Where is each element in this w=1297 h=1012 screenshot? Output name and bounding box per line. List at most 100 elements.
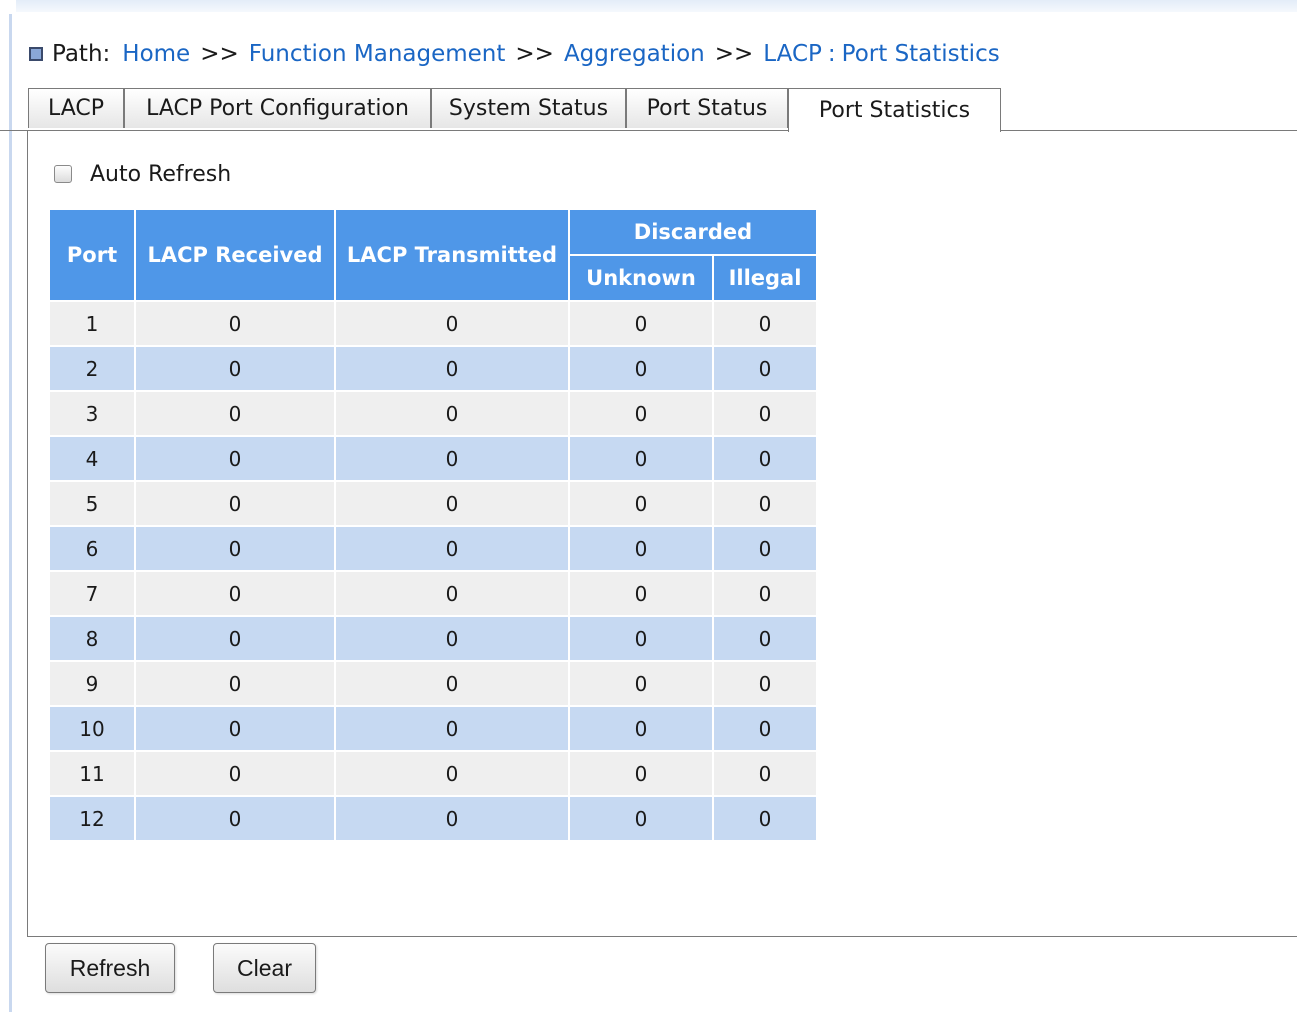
cell-lacp-transmitted: 0 <box>334 480 570 527</box>
cell-lacp-received: 0 <box>134 435 336 482</box>
tab-system-status[interactable]: System Status <box>431 88 626 128</box>
breadcrumb-lacp[interactable]: LACP <box>763 41 822 67</box>
cell-illegal: 0 <box>712 525 818 572</box>
cell-lacp-transmitted: 0 <box>334 390 570 437</box>
cell-lacp-transmitted: 0 <box>334 300 570 347</box>
col-header-unknown: Unknown <box>568 254 714 302</box>
table-row: 40000 <box>48 435 818 482</box>
table-row: 80000 <box>48 615 818 662</box>
cell-port: 6 <box>48 525 136 572</box>
cell-illegal: 0 <box>712 660 818 707</box>
cell-unknown: 0 <box>568 300 714 347</box>
tab-port-status[interactable]: Port Status <box>626 88 788 128</box>
col-header-discarded: Discarded <box>568 208 818 256</box>
cell-illegal: 0 <box>712 480 818 527</box>
cell-illegal: 0 <box>712 570 818 617</box>
cell-illegal: 0 <box>712 390 818 437</box>
cell-unknown: 0 <box>568 615 714 662</box>
content-border <box>27 130 28 937</box>
cell-port: 10 <box>48 705 136 752</box>
breadcrumb-home[interactable]: Home <box>122 41 190 67</box>
breadcrumb-separator: >> <box>515 41 554 67</box>
cell-port: 2 <box>48 345 136 392</box>
clear-button[interactable]: Clear <box>213 943 316 993</box>
table-row: 10 0 0 0 0 <box>48 705 818 752</box>
cell-port: 11 <box>48 750 136 797</box>
cell-port: 5 <box>48 480 136 527</box>
cell-lacp-transmitted: 0 <box>334 660 570 707</box>
cell-port: 3 <box>48 390 136 437</box>
cell-illegal: 0 <box>712 795 818 842</box>
breadcrumb-colon: : <box>827 41 836 67</box>
auto-refresh-checkbox[interactable] <box>54 165 72 183</box>
cell-lacp-received: 0 <box>134 390 336 437</box>
tab-lacp-port-configuration[interactable]: LACP Port Configuration <box>124 88 431 128</box>
table-row: 70000 <box>48 570 818 617</box>
cell-lacp-transmitted: 0 <box>334 435 570 482</box>
breadcrumb-current-page: Port Statistics <box>841 41 1000 67</box>
port-statistics-table: Port LACP Received LACP Transmitted Disc… <box>48 208 818 842</box>
cell-lacp-transmitted: 0 <box>334 795 570 842</box>
table-row: 30000 <box>48 390 818 437</box>
path-label: Path: <box>52 41 111 67</box>
cell-illegal: 0 <box>712 300 818 347</box>
tab-underline <box>0 130 1297 131</box>
content-border <box>27 936 1297 937</box>
auto-refresh-label: Auto Refresh <box>90 161 232 187</box>
table-row: 20000 <box>48 345 818 392</box>
breadcrumb: Path: Home >> Function Management >> Agg… <box>29 38 1000 70</box>
cell-lacp-received: 0 <box>134 300 336 347</box>
tab-port-statistics[interactable]: Port Statistics <box>788 88 1001 132</box>
table-row: 12 0 0 0 0 <box>48 795 818 842</box>
cell-lacp-received: 0 <box>134 480 336 527</box>
cell-illegal: 0 <box>712 705 818 752</box>
cell-unknown: 0 <box>568 345 714 392</box>
cell-lacp-received: 0 <box>134 660 336 707</box>
cell-port: 1 <box>48 300 136 347</box>
cell-unknown: 0 <box>568 435 714 482</box>
cell-lacp-transmitted: 0 <box>334 615 570 662</box>
tab-lacp[interactable]: LACP <box>28 88 124 128</box>
path-square-icon <box>29 47 43 61</box>
refresh-button[interactable]: Refresh <box>45 943 175 993</box>
cell-unknown: 0 <box>568 570 714 617</box>
cell-unknown: 0 <box>568 525 714 572</box>
cell-lacp-received: 0 <box>134 750 336 797</box>
cell-unknown: 0 <box>568 480 714 527</box>
breadcrumb-aggregation[interactable]: Aggregation <box>564 41 705 67</box>
col-header-port: Port <box>48 208 136 302</box>
table-row: 60000 <box>48 525 818 572</box>
cell-lacp-received: 0 <box>134 795 336 842</box>
cell-port: 12 <box>48 795 136 842</box>
cell-lacp-transmitted: 0 <box>334 525 570 572</box>
breadcrumb-function-management[interactable]: Function Management <box>249 41 506 67</box>
cell-illegal: 0 <box>712 345 818 392</box>
col-header-lacp-received: LACP Received <box>134 208 336 302</box>
cell-unknown: 0 <box>568 705 714 752</box>
table-row: 10000 <box>48 300 818 347</box>
cell-lacp-received: 0 <box>134 345 336 392</box>
table-row: 11 0 0 0 0 <box>48 750 818 797</box>
table-row: 90000 <box>48 660 818 707</box>
cell-lacp-received: 0 <box>134 615 336 662</box>
col-header-illegal: Illegal <box>712 254 818 302</box>
cell-port: 7 <box>48 570 136 617</box>
table-row: 50000 <box>48 480 818 527</box>
cell-unknown: 0 <box>568 390 714 437</box>
breadcrumb-separator: >> <box>200 41 239 67</box>
left-frame-rule <box>0 0 16 1012</box>
cell-lacp-transmitted: 0 <box>334 750 570 797</box>
cell-unknown: 0 <box>568 660 714 707</box>
breadcrumb-separator: >> <box>714 41 754 67</box>
cell-lacp-received: 0 <box>134 705 336 752</box>
cell-illegal: 0 <box>712 435 818 482</box>
auto-refresh-control: Auto Refresh <box>54 158 231 190</box>
cell-lacp-received: 0 <box>134 570 336 617</box>
cell-lacp-received: 0 <box>134 525 336 572</box>
col-header-lacp-transmitted: LACP Transmitted <box>334 208 570 302</box>
cell-illegal: 0 <box>712 615 818 662</box>
cell-unknown: 0 <box>568 795 714 842</box>
cell-unknown: 0 <box>568 750 714 797</box>
top-band <box>0 0 1297 12</box>
cell-port: 4 <box>48 435 136 482</box>
